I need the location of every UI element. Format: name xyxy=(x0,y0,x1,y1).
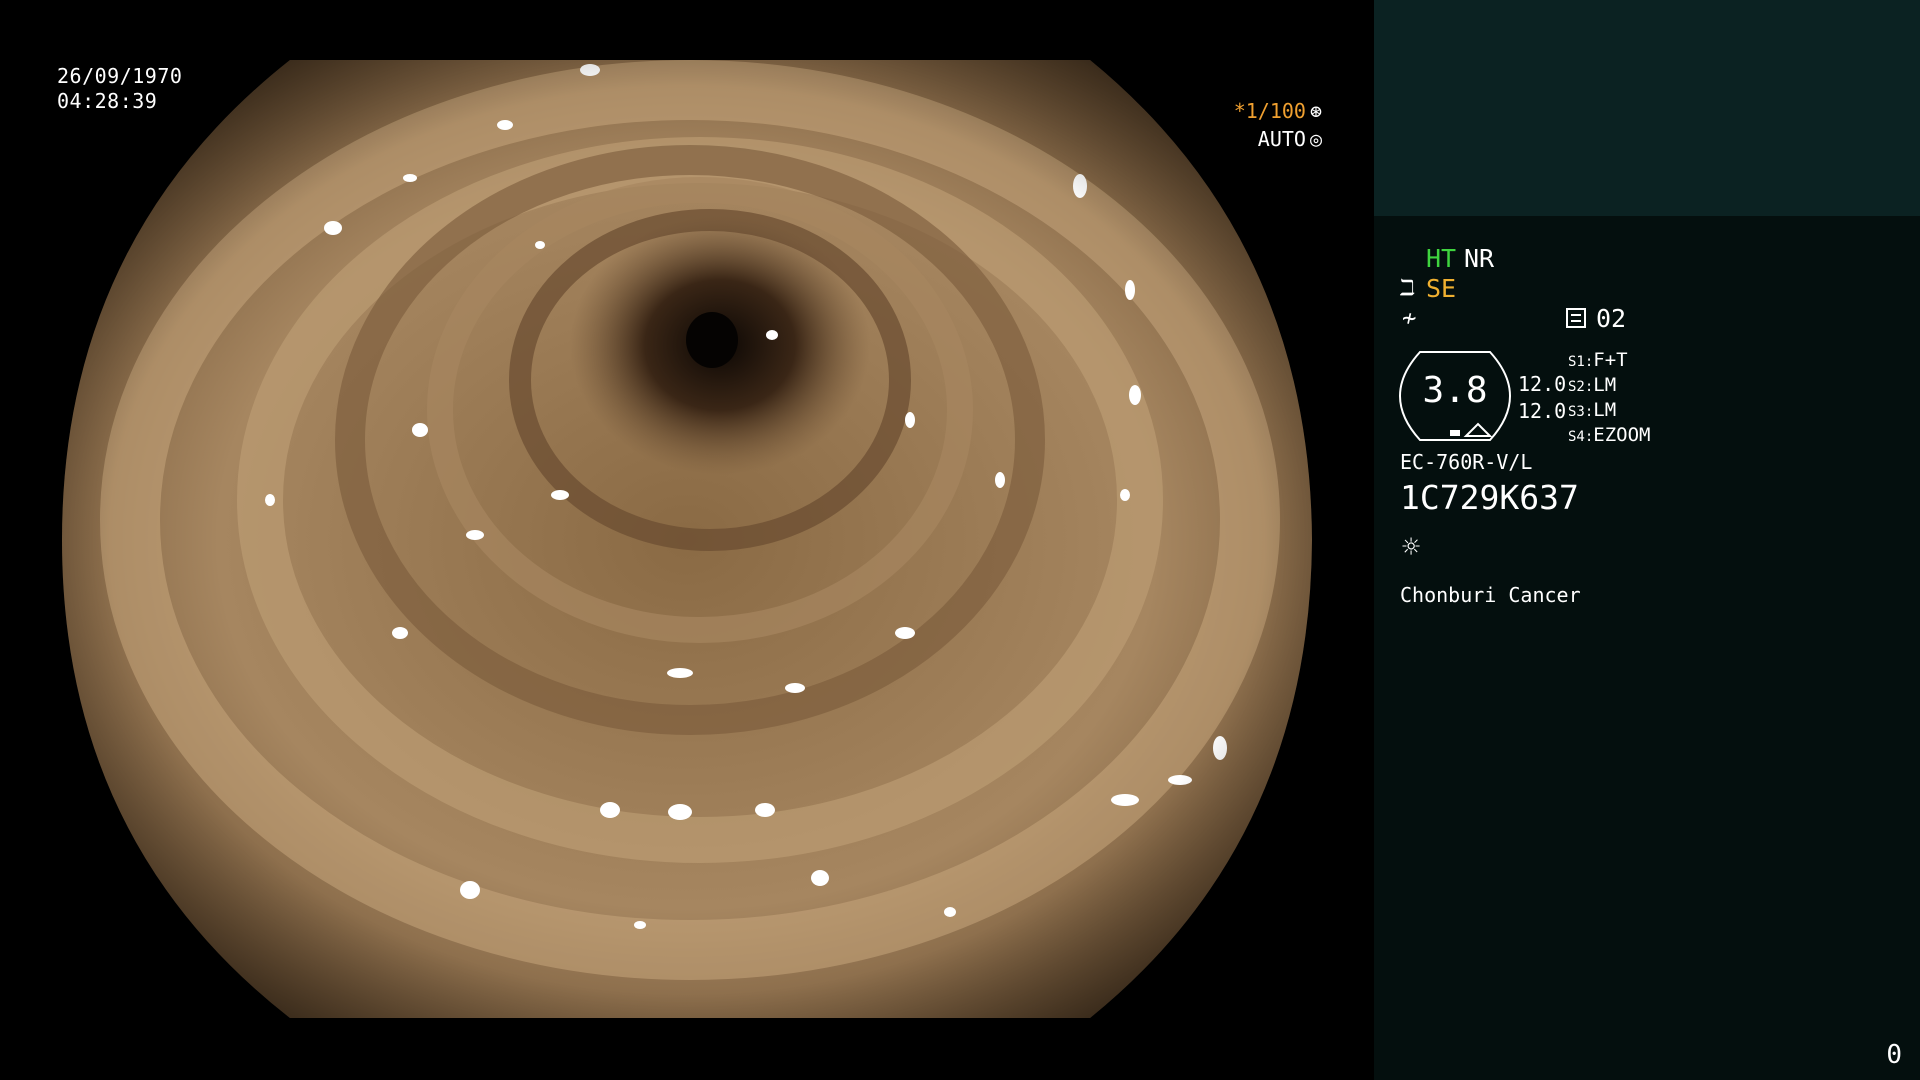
light-source-icon: ☼ xyxy=(1402,530,1421,565)
switch-key: S3: xyxy=(1568,404,1594,420)
endoscope-view: 26/09/1970 04:28:39 *1/100 ⊛ AUTO ◎ xyxy=(0,0,1374,1080)
info-panel: HT NR ℶ SE ≁ 02 3.8 12.0 12.0 S1:F+T S2:… xyxy=(1374,0,1920,1080)
iris-mode-label: AUTO ◎ xyxy=(1258,127,1322,151)
iris-mode-value: AUTO xyxy=(1257,127,1306,151)
institution-label: Chonburi Cancer xyxy=(1400,583,1581,607)
memory-number: 02 xyxy=(1596,304,1627,333)
time-label: 04:28:39 xyxy=(57,89,158,113)
info-panel-header xyxy=(1374,0,1920,216)
switch-value: F+T xyxy=(1593,349,1628,371)
switch-row-4: S4:EZOOM xyxy=(1568,424,1651,446)
switch-value: LM xyxy=(1593,374,1617,396)
mode-ht-label: HT xyxy=(1426,244,1457,273)
switch-value: LM xyxy=(1593,399,1617,421)
shutter-icon: ⊛ xyxy=(1309,99,1322,123)
switch-value: EZOOM xyxy=(1593,424,1651,446)
iris-icon: ◎ xyxy=(1309,127,1322,151)
switch-key: S2: xyxy=(1568,379,1594,395)
mode-se-label: SE xyxy=(1426,274,1457,303)
scope-model-label: EC-760R-V/L xyxy=(1400,450,1533,474)
shutter-speed-label: *1/100 ⊛ xyxy=(1234,99,1322,123)
mode-nr-label: NR xyxy=(1464,244,1495,273)
frame-counter: 0 xyxy=(1886,1040,1902,1070)
zoom-setting-1: 12.0 xyxy=(1518,372,1567,396)
endoscopic-image xyxy=(62,60,1312,1018)
shutter-speed-value: *1/100 xyxy=(1233,99,1306,123)
switch-row-2: S2:LM xyxy=(1568,374,1616,396)
structure-enhance-icon: ℶ xyxy=(1400,276,1415,301)
zoom-setting-2: 12.0 xyxy=(1518,399,1567,423)
memory-icon xyxy=(1566,308,1586,328)
switch-row-3: S3:LM xyxy=(1568,399,1616,421)
color-mode-icon: ≁ xyxy=(1402,304,1417,332)
date-label: 26/09/1970 xyxy=(57,64,183,88)
serial-number-label: 1C729K637 xyxy=(1400,478,1579,517)
switch-row-1: S1:F+T xyxy=(1568,349,1628,371)
zoom-value: 3.8 xyxy=(1422,370,1488,411)
switch-key: S4: xyxy=(1568,429,1594,445)
switch-key: S1: xyxy=(1568,354,1594,370)
